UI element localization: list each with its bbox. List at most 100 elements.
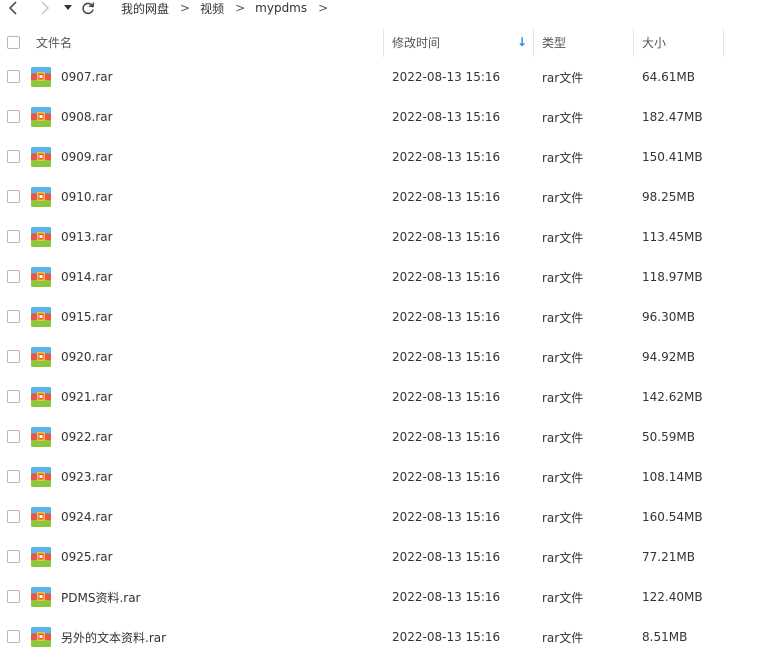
file-type: rar文件 (542, 350, 584, 365)
file-modified-time: 2022-08-13 15:16 (392, 430, 501, 444)
rar-archive-icon (31, 627, 51, 647)
file-size: 94.92MB (642, 350, 695, 364)
file-name: 0921.rar (61, 390, 113, 404)
file-name: 0922.rar (61, 430, 113, 444)
rar-archive-icon (31, 547, 51, 567)
file-row[interactable]: 0924.rar 2022-08-13 15:16 rar文件 160.54MB (0, 497, 784, 537)
file-name: 0923.rar (61, 470, 113, 484)
rar-archive-icon (31, 427, 51, 447)
file-row[interactable]: 0921.rar 2022-08-13 15:16 rar文件 142.62MB (0, 377, 784, 417)
row-checkbox[interactable] (7, 510, 20, 523)
file-row[interactable]: 0907.rar 2022-08-13 15:16 rar文件 64.61MB (0, 57, 784, 97)
file-row[interactable]: PDMS资料.rar 2022-08-13 15:16 rar文件 122.40… (0, 577, 784, 617)
refresh-button[interactable] (78, 0, 98, 16)
file-size: 113.45MB (642, 230, 703, 244)
row-checkbox[interactable] (7, 270, 20, 283)
file-size: 118.97MB (642, 270, 703, 284)
file-type: rar文件 (542, 590, 584, 605)
file-type: rar文件 (542, 430, 584, 445)
column-header-size[interactable]: 大小 (642, 27, 666, 57)
column-divider[interactable] (533, 29, 534, 57)
rar-archive-icon (31, 507, 51, 527)
file-row[interactable]: 0915.rar 2022-08-13 15:16 rar文件 96.30MB (0, 297, 784, 337)
file-name: 0925.rar (61, 550, 113, 564)
file-type: rar文件 (542, 110, 584, 125)
file-row[interactable]: 另外的文本资料.rar 2022-08-13 15:16 rar文件 8.51M… (0, 617, 784, 657)
file-size: 96.30MB (642, 310, 695, 324)
breadcrumb-item-videos[interactable]: 视频 (200, 0, 224, 17)
file-size: 98.25MB (642, 190, 695, 204)
file-row[interactable]: 0913.rar 2022-08-13 15:16 rar文件 113.45MB (0, 217, 784, 257)
row-checkbox[interactable] (7, 430, 20, 443)
file-row[interactable]: 0925.rar 2022-08-13 15:16 rar文件 77.21MB (0, 537, 784, 577)
file-modified-time: 2022-08-13 15:16 (392, 230, 501, 244)
row-checkbox[interactable] (7, 190, 20, 203)
breadcrumb-item-my-drive[interactable]: 我的网盘 (121, 0, 169, 17)
forward-button[interactable] (36, 0, 54, 16)
file-size: 122.40MB (642, 590, 703, 604)
file-modified-time: 2022-08-13 15:16 (392, 270, 501, 284)
file-type: rar文件 (542, 310, 584, 325)
column-divider[interactable] (633, 29, 634, 57)
rar-archive-icon (31, 467, 51, 487)
row-checkbox[interactable] (7, 150, 20, 163)
rar-archive-icon (31, 307, 51, 327)
refresh-icon (82, 2, 95, 15)
breadcrumb-separator: > (180, 1, 191, 15)
row-checkbox[interactable] (7, 230, 20, 243)
file-type: rar文件 (542, 470, 584, 485)
row-checkbox[interactable] (7, 70, 20, 83)
row-checkbox[interactable] (7, 110, 20, 123)
file-size: 108.14MB (642, 470, 703, 484)
file-type: rar文件 (542, 150, 584, 165)
row-checkbox[interactable] (7, 350, 20, 363)
file-row[interactable]: 0923.rar 2022-08-13 15:16 rar文件 108.14MB (0, 457, 784, 497)
rar-archive-icon (31, 67, 51, 87)
file-modified-time: 2022-08-13 15:16 (392, 510, 501, 524)
breadcrumb-item-mypdms[interactable]: mypdms (255, 1, 307, 15)
history-dropdown-button[interactable] (62, 0, 74, 16)
rar-archive-icon (31, 107, 51, 127)
row-checkbox[interactable] (7, 470, 20, 483)
file-size: 182.47MB (642, 110, 703, 124)
file-row[interactable]: 0910.rar 2022-08-13 15:16 rar文件 98.25MB (0, 177, 784, 217)
select-all-checkbox[interactable] (7, 35, 20, 49)
column-header-type[interactable]: 类型 (542, 27, 566, 57)
chevron-left-icon (8, 1, 17, 15)
file-modified-time: 2022-08-13 15:16 (392, 70, 501, 84)
file-row[interactable]: 0908.rar 2022-08-13 15:16 rar文件 182.47MB (0, 97, 784, 137)
column-divider[interactable] (723, 29, 724, 57)
file-row[interactable]: 0909.rar 2022-08-13 15:16 rar文件 150.41MB (0, 137, 784, 177)
file-size: 64.61MB (642, 70, 695, 84)
row-checkbox[interactable] (7, 390, 20, 403)
column-header-modified[interactable]: 修改时间 (392, 27, 440, 57)
file-name: 0910.rar (61, 190, 113, 204)
file-row[interactable]: 0922.rar 2022-08-13 15:16 rar文件 50.59MB (0, 417, 784, 457)
rar-archive-icon (31, 587, 51, 607)
file-row[interactable]: 0920.rar 2022-08-13 15:16 rar文件 94.92MB (0, 337, 784, 377)
row-checkbox[interactable] (7, 310, 20, 323)
row-checkbox[interactable] (7, 630, 20, 643)
file-name: 另外的文本资料.rar (61, 630, 167, 645)
column-header-name[interactable]: 文件名 (36, 27, 72, 57)
sort-descending-icon[interactable]: ↓ (517, 27, 527, 57)
file-type: rar文件 (542, 550, 584, 565)
file-row[interactable]: 0914.rar 2022-08-13 15:16 rar文件 118.97MB (0, 257, 784, 297)
rar-archive-icon (31, 347, 51, 367)
file-type: rar文件 (542, 190, 584, 205)
row-checkbox[interactable] (7, 590, 20, 603)
back-button[interactable] (4, 0, 22, 16)
file-name: 0915.rar (61, 310, 113, 324)
file-modified-time: 2022-08-13 15:16 (392, 550, 501, 564)
file-type: rar文件 (542, 630, 584, 645)
file-modified-time: 2022-08-13 15:16 (392, 470, 501, 484)
column-divider[interactable] (383, 29, 384, 57)
file-modified-time: 2022-08-13 15:16 (392, 350, 501, 364)
file-list-header: 文件名 修改时间 ↓ 类型 大小 (0, 27, 784, 57)
row-checkbox[interactable] (7, 550, 20, 563)
file-type: rar文件 (542, 70, 584, 85)
navigation-bar: 我的网盘 > 视频 > mypdms > (0, 0, 784, 16)
caret-down-icon (64, 5, 72, 10)
file-size: 160.54MB (642, 510, 703, 524)
file-name: 0920.rar (61, 350, 113, 364)
